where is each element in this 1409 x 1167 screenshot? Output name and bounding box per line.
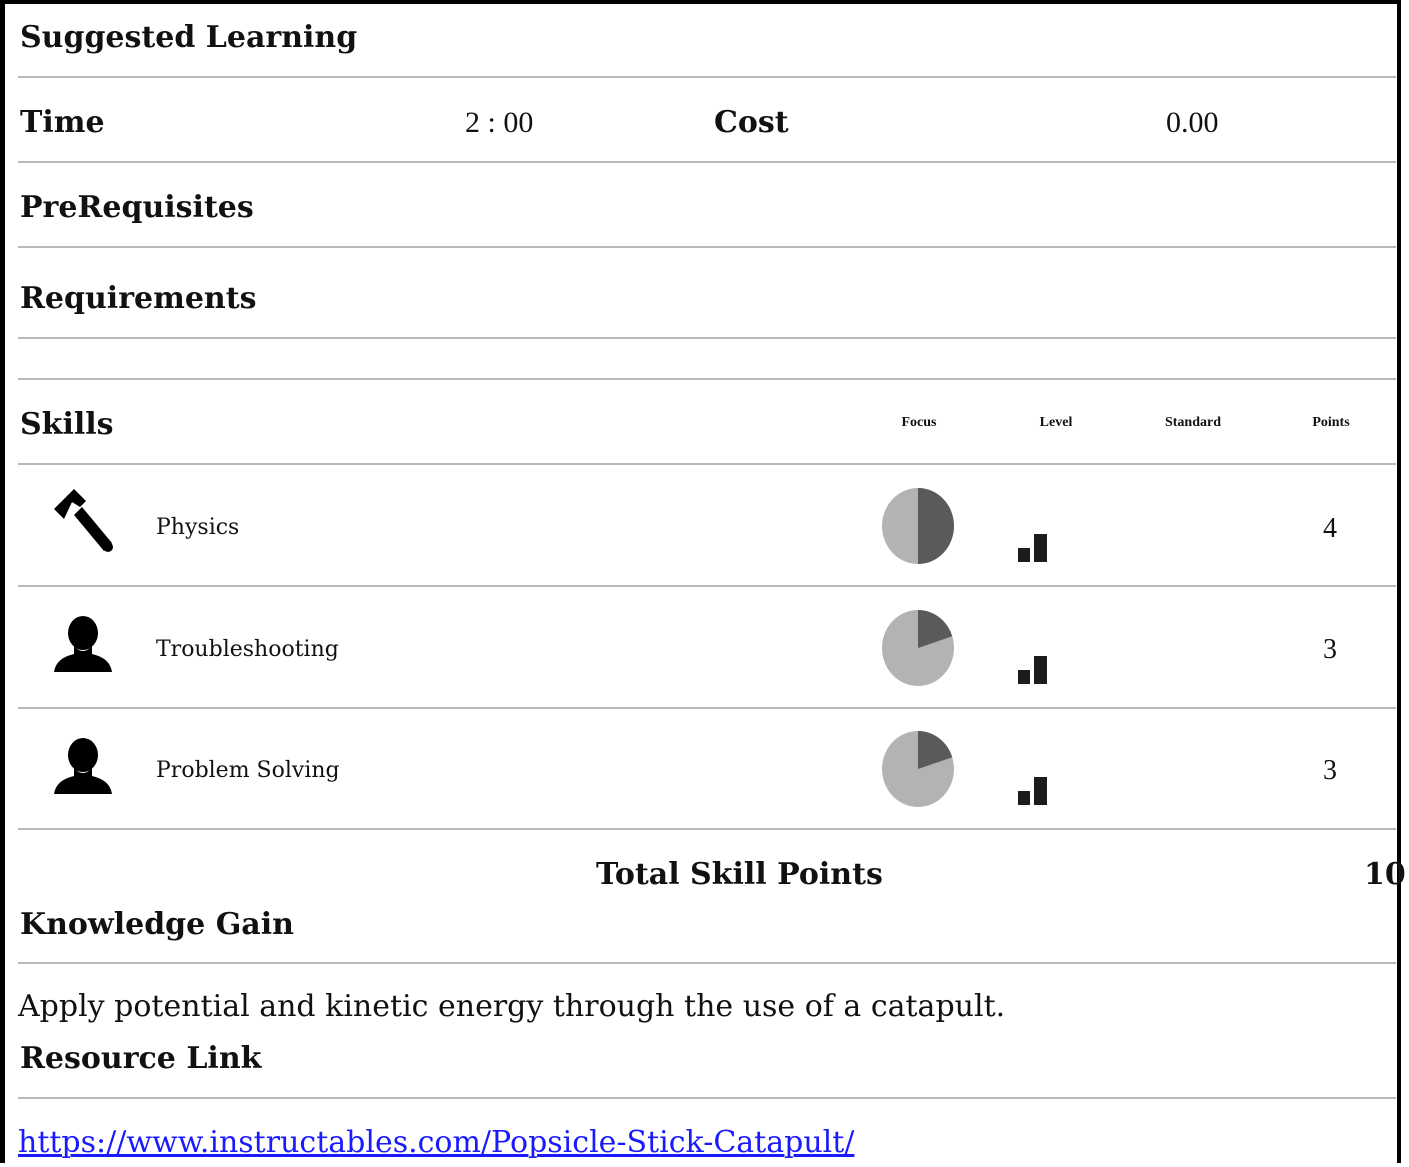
divider	[18, 585, 1396, 587]
standard-column-header: Standard	[1164, 415, 1222, 430]
cost-label: Cost	[714, 105, 789, 140]
divider	[18, 246, 1396, 248]
points-column-header: Points	[1312, 415, 1350, 430]
divider	[18, 707, 1396, 709]
level-bars-icon	[1018, 656, 1047, 684]
skill-points: 4	[1323, 513, 1337, 544]
section-title: Suggested Learning	[20, 20, 358, 55]
divider	[18, 1097, 1396, 1099]
level-column-header: Level	[1039, 415, 1073, 430]
resource-link-label: Resource Link	[20, 1041, 262, 1076]
divider	[18, 463, 1396, 465]
level-bars-icon	[1018, 777, 1047, 805]
focus-pie-slice	[918, 488, 954, 564]
prerequisites-label: PreRequisites	[20, 190, 254, 225]
divider	[18, 378, 1396, 380]
knowledge-gain-label: Knowledge Gain	[20, 907, 294, 942]
person-icon	[52, 738, 114, 794]
focus-pie-chart	[882, 610, 954, 686]
requirements-label: Requirements	[20, 281, 257, 316]
focus-pie-chart	[882, 731, 954, 807]
skill-name: Troubleshooting	[156, 637, 339, 662]
level-bars-icon	[1018, 534, 1047, 562]
time-label: Time	[20, 105, 105, 140]
focus-column-header: Focus	[901, 415, 937, 430]
divider	[18, 76, 1396, 78]
divider	[18, 161, 1396, 163]
focus-pie-chart	[882, 488, 954, 564]
knowledge-gain-text: Apply potential and kinetic energy throu…	[18, 989, 1006, 1024]
skill-name: Physics	[156, 515, 240, 540]
cost-value: 0.00	[1166, 106, 1219, 139]
skill-name: Problem Solving	[156, 758, 340, 783]
resource-link[interactable]: https://www.instructables.com/Popsicle-S…	[18, 1125, 854, 1160]
hammer-icon	[52, 485, 114, 555]
person-icon	[52, 616, 114, 672]
skill-points: 3	[1323, 755, 1337, 786]
skills-label: Skills	[20, 407, 114, 442]
divider	[18, 337, 1396, 339]
time-value: 2 : 00	[465, 106, 534, 139]
divider	[18, 962, 1396, 964]
divider	[18, 828, 1396, 830]
total-skill-points-value: 10	[1364, 857, 1406, 892]
skill-points: 3	[1323, 634, 1337, 665]
total-skill-points-label: Total Skill Points	[596, 857, 883, 892]
